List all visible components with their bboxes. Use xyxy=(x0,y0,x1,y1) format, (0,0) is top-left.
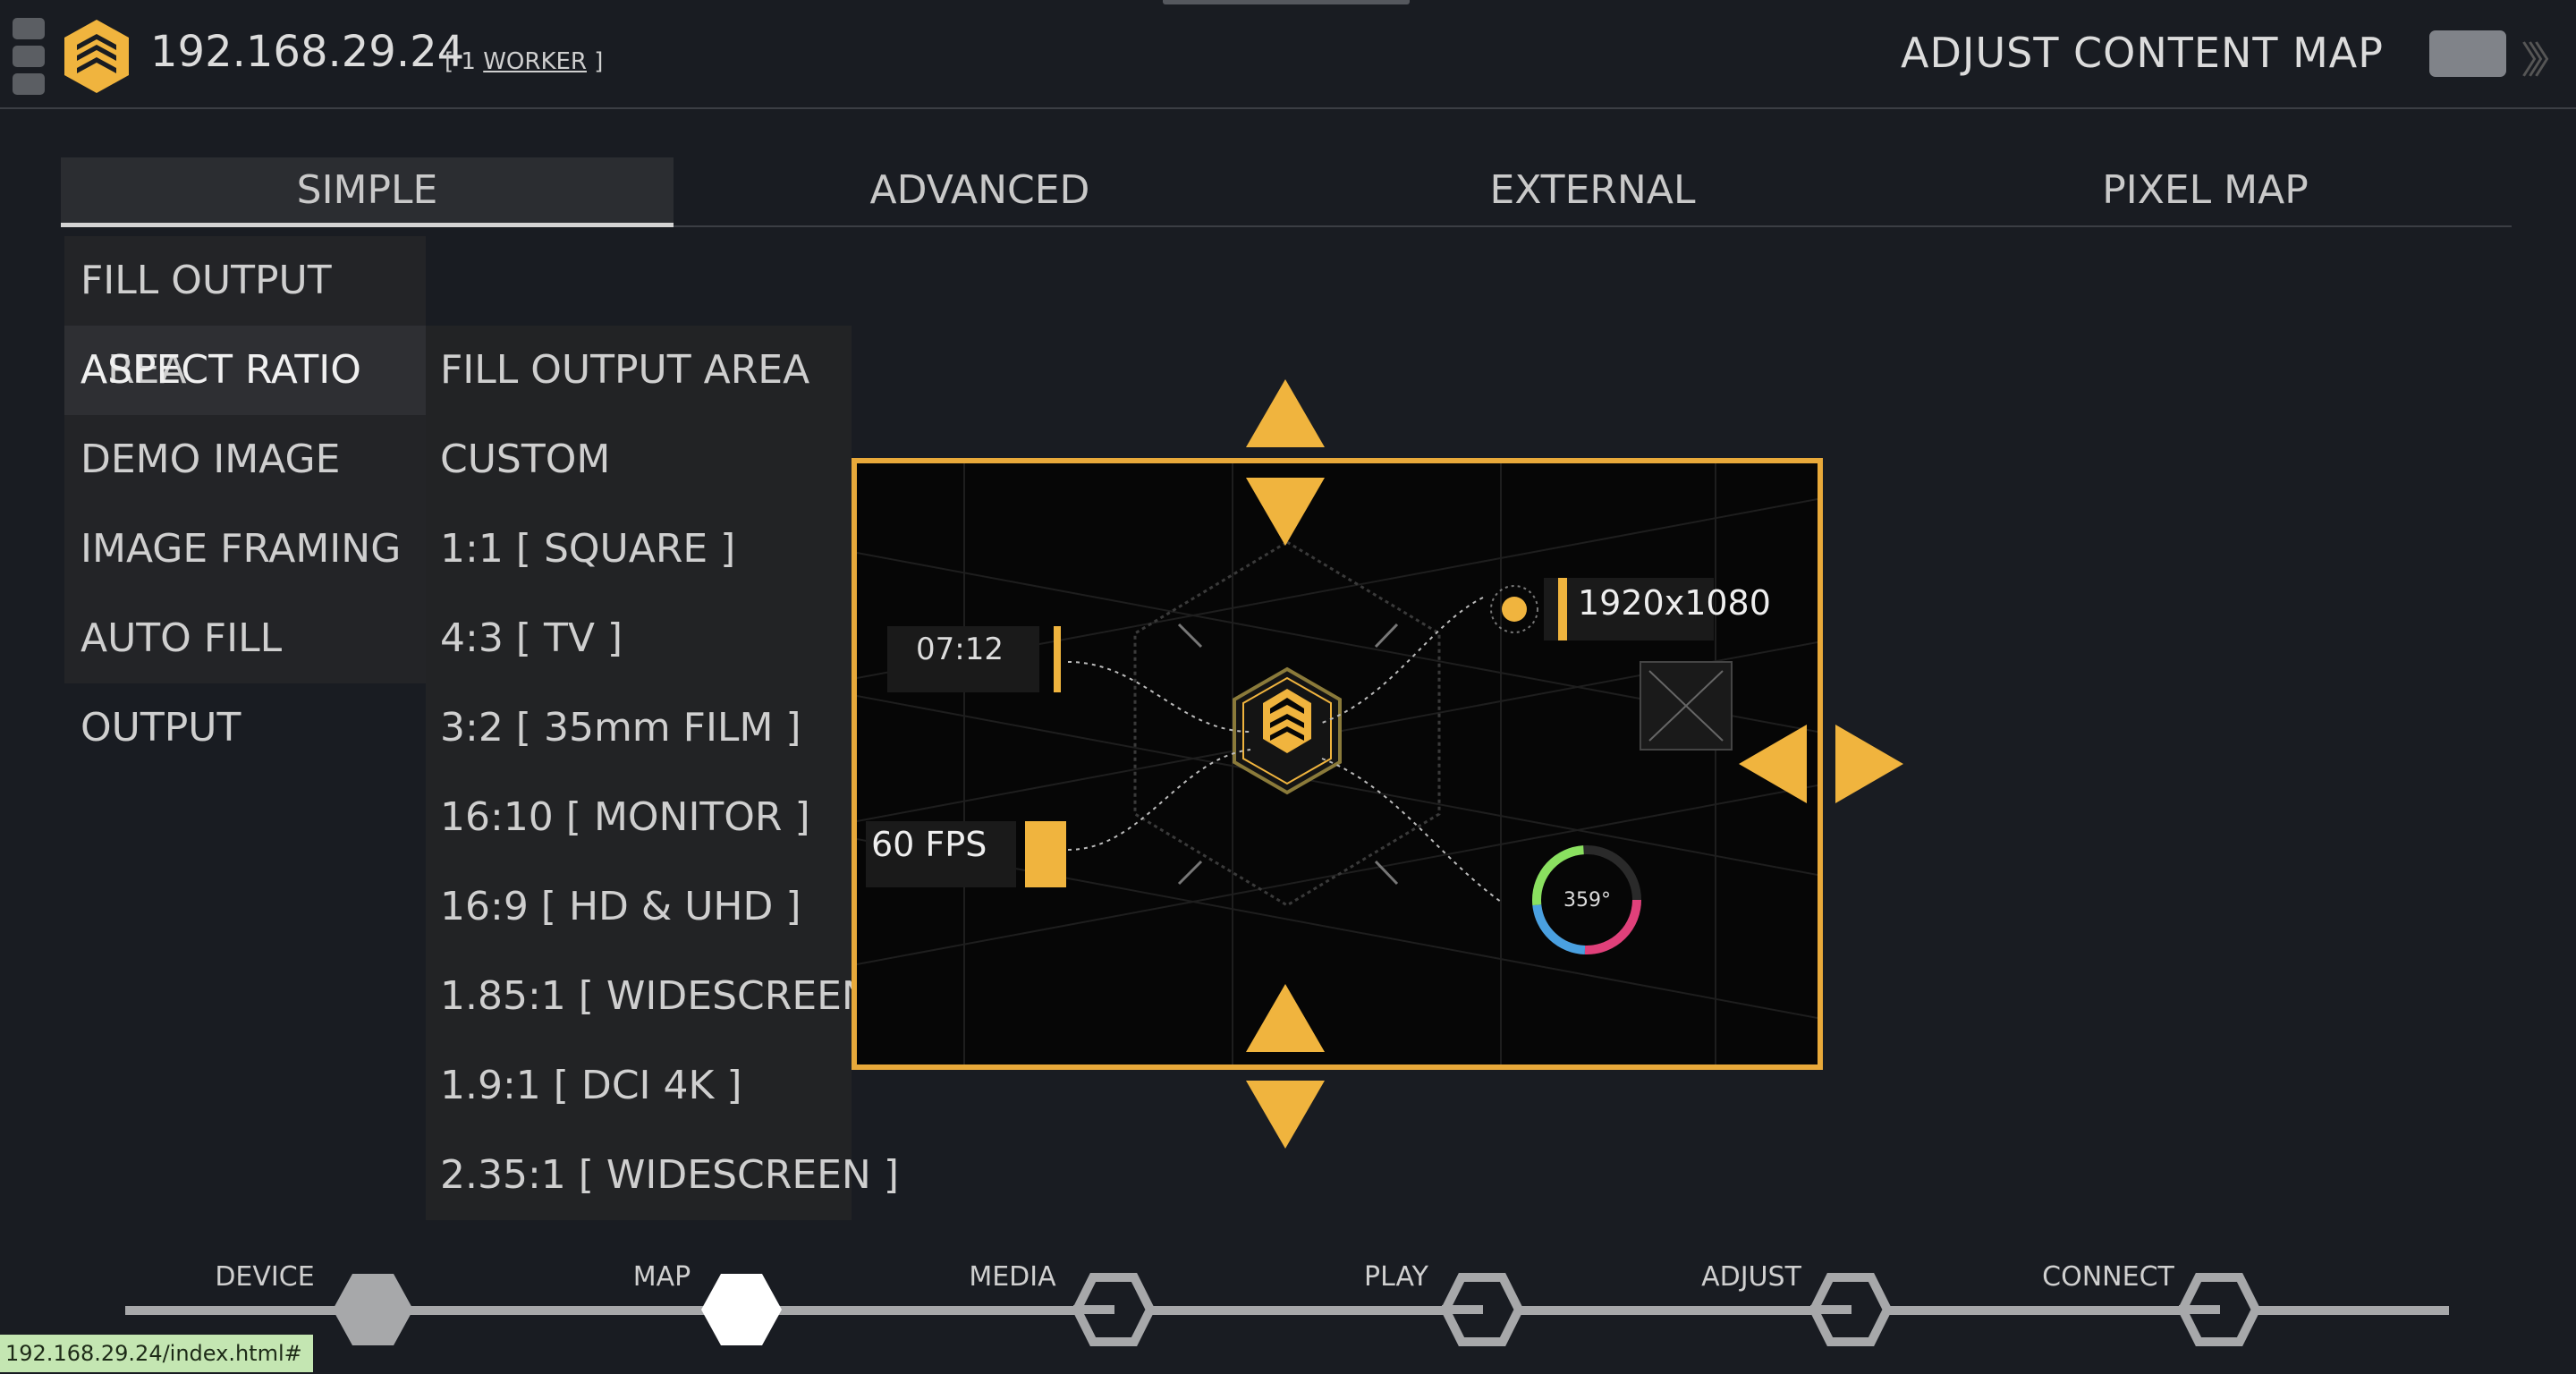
step-media-node-icon[interactable] xyxy=(1073,1272,1154,1347)
step-label-adjust: ADJUST xyxy=(1701,1261,1801,1293)
aspect-ratio-submenu: FILL OUTPUT AREA CUSTOM 1:1 [ SQUARE ] 4… xyxy=(426,326,899,1220)
step-device-node-icon[interactable] xyxy=(333,1272,413,1347)
submenu-item[interactable]: 1:1 [ SQUARE ] xyxy=(426,505,852,594)
submenu-item[interactable]: 3:2 [ 35mm FILM ] xyxy=(426,683,852,773)
step-label-map: MAP xyxy=(632,1261,691,1293)
worker-suffix: ] xyxy=(587,48,604,75)
step-label-media: MEDIA xyxy=(969,1261,1056,1293)
brand-logo-icon xyxy=(64,20,129,93)
demo-fps-label: 60 FPS xyxy=(871,825,987,864)
tab-bar: SIMPLE ADVANCED EXTERNAL PIXEL MAP xyxy=(61,157,2512,227)
menu-item-fill-output-area[interactable]: FILL OUTPUT AREA xyxy=(64,236,426,393)
move-left-arrow-icon[interactable] xyxy=(1739,725,1807,803)
tab-advanced[interactable]: ADVANCED xyxy=(674,157,1286,225)
mode-toggle[interactable] xyxy=(2429,30,2506,77)
submenu-item[interactable]: CUSTOM xyxy=(426,415,852,505)
content-preview: 07:12 60 FPS 1920x1080 359° xyxy=(852,458,1823,1070)
step-map-node-icon[interactable] xyxy=(701,1272,782,1347)
simple-menu: FILL OUTPUT AREA ASPECT RATIO DEMO IMAGE… xyxy=(64,236,426,751)
menu-item-demo-image[interactable]: DEMO IMAGE xyxy=(64,415,426,505)
step-adjust-node-icon[interactable] xyxy=(1810,1272,1891,1347)
step-label-play: PLAY xyxy=(1363,1261,1429,1293)
top-drag-handle[interactable] xyxy=(1163,0,1410,4)
hamburger-icon[interactable] xyxy=(13,18,45,95)
submenu-item[interactable]: FILL OUTPUT AREA xyxy=(426,326,852,415)
demo-dial-label: 359° xyxy=(1563,889,1611,912)
demo-image xyxy=(857,463,1818,1064)
step-connect-node-icon[interactable] xyxy=(2179,1272,2259,1347)
mode-title: ADJUST CONTENT MAP xyxy=(1901,29,2384,77)
worker-prefix: [ 1 xyxy=(445,48,484,75)
tab-simple[interactable]: SIMPLE xyxy=(61,157,674,227)
step-label-connect: CONNECT xyxy=(2042,1261,2174,1293)
menu-item-image-framing[interactable]: IMAGE FRAMING xyxy=(64,505,426,594)
tab-pixel-map[interactable]: PIXEL MAP xyxy=(1899,157,2512,225)
worker-link[interactable]: WORKER xyxy=(483,48,587,75)
bottom-move-down-arrow-icon[interactable] xyxy=(1246,1081,1325,1149)
move-right-arrow-icon[interactable] xyxy=(1835,725,1903,803)
move-up-arrow-icon[interactable] xyxy=(1246,379,1325,447)
expand-chevron-icon[interactable]: 〉〉〉 xyxy=(2521,30,2571,85)
menu-item-aspect-ratio[interactable]: ASPECT RATIO xyxy=(64,326,426,415)
move-down-arrow-icon[interactable] xyxy=(1246,478,1325,546)
submenu-item[interactable]: 4:3 [ TV ] xyxy=(426,594,852,683)
menu-item-auto-fill-output[interactable]: AUTO FILL OUTPUT xyxy=(64,594,426,751)
demo-time-label: 07:12 xyxy=(916,632,1004,667)
step-label-device: DEVICE xyxy=(215,1261,315,1293)
submenu-item[interactable]: 16:9 [ HD & UHD ] xyxy=(426,862,852,952)
device-ip: 192.168.29.24 xyxy=(150,27,465,77)
browser-status-url: 192.168.29.24/index.html# xyxy=(0,1335,313,1372)
top-bar: 192.168.29.24 [ 1 WORKER ] ADJUST CONTEN… xyxy=(0,0,2576,109)
submenu-item[interactable]: 2.35:1 [ WIDESCREEN ] xyxy=(426,1131,899,1220)
submenu-item[interactable]: 16:10 [ MONITOR ] xyxy=(426,773,852,862)
step-play-node-icon[interactable] xyxy=(1442,1272,1522,1347)
bottom-move-up-arrow-icon[interactable] xyxy=(1246,984,1325,1052)
submenu-item[interactable]: 1.9:1 [ DCI 4K ] xyxy=(426,1041,852,1131)
tab-external[interactable]: EXTERNAL xyxy=(1286,157,1899,225)
workflow-progress-track xyxy=(125,1306,2449,1315)
demo-resolution-label: 1920x1080 xyxy=(1578,583,1771,623)
worker-count: [ 1 WORKER ] xyxy=(445,48,603,75)
submenu-item[interactable]: 1.85:1 [ WIDESCREEN ] xyxy=(426,952,899,1041)
